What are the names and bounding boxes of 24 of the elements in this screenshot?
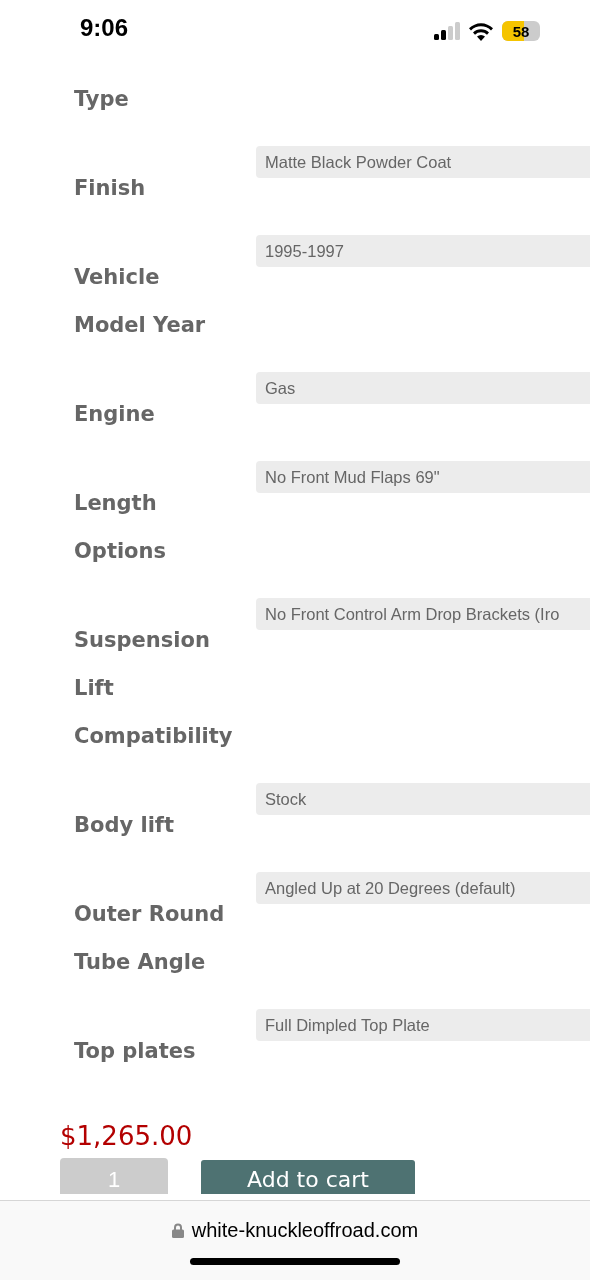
- option-select[interactable]: No Front Control Arm Drop Brackets (Iro: [256, 598, 590, 630]
- option-select[interactable]: Stock: [256, 783, 590, 815]
- option-select[interactable]: Gas: [256, 372, 590, 404]
- option-select[interactable]: Full Dimpled Top Plate: [256, 1009, 590, 1041]
- option-label: Type: [74, 86, 130, 113]
- option-label: Vehicle Model Year: [74, 264, 207, 339]
- wifi-icon: [468, 21, 494, 41]
- option-label: Length Options: [74, 490, 167, 565]
- url-text[interactable]: white-knuckleoffroad.com: [191, 1219, 419, 1242]
- option-label: Engine: [74, 401, 156, 428]
- option-select[interactable]: No Front Mud Flaps 69": [256, 461, 590, 493]
- signal-icon: [434, 22, 460, 40]
- lock-icon: [171, 1223, 184, 1238]
- add-to-cart-button[interactable]: Add to cart: [201, 1160, 415, 1194]
- option-select[interactable]: 1995-1997: [256, 235, 590, 267]
- option-label: Outer Round Tube Angle: [74, 901, 226, 976]
- price: $1,265.00: [59, 1120, 194, 1153]
- option-label: Top plates: [74, 1038, 197, 1065]
- option-label: Body lift: [74, 812, 176, 839]
- option-select[interactable]: Matte Black Powder Coat: [256, 146, 590, 178]
- option-label: Finish: [74, 175, 147, 202]
- option-select[interactable]: Angled Up at 20 Degrees (default): [256, 872, 590, 904]
- status-time: 9:06: [80, 13, 129, 43]
- option-label: Suspension Lift Compatibility: [74, 627, 234, 750]
